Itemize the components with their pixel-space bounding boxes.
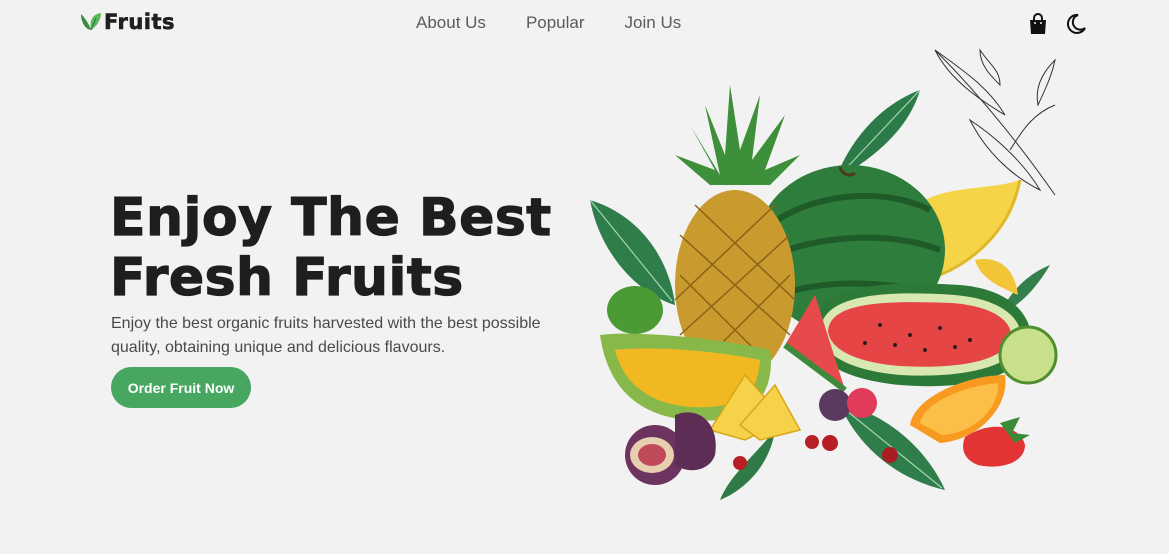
hero-title-line2: Fresh Fruits: [109, 247, 464, 308]
page: Fruits About Us Popular Join Us Enjoy Th…: [0, 0, 1169, 554]
lime-slice: [998, 325, 1058, 385]
watermelon-half: [811, 283, 1031, 387]
logo-text: Fruits: [104, 10, 176, 35]
line-art-leaves: [934, 48, 1056, 196]
header-actions: [1026, 12, 1088, 36]
hero-title: Enjoy The Best Fresh Fruits: [109, 187, 570, 308]
hero-description: Enjoy the best organic fruits harvested …: [111, 315, 541, 356]
leaf-logo-icon: [81, 13, 101, 31]
lime: [607, 286, 663, 334]
header: Fruits About Us Popular Join Us: [0, 0, 1169, 48]
shopping-bag-icon[interactable]: [1026, 12, 1050, 36]
logo-link[interactable]: Fruits: [79, 10, 175, 34]
pineapple: [674, 85, 800, 380]
figs: [625, 412, 716, 485]
nav-link-about-us[interactable]: About Us: [416, 13, 486, 33]
moon-icon[interactable]: [1064, 12, 1088, 36]
order-fruit-button[interactable]: Order Fruit Now: [111, 367, 251, 408]
main-nav: About Us Popular Join Us: [416, 13, 721, 33]
fruit-illustration: [589, 48, 1058, 500]
hero-title-line1: Enjoy The Best: [109, 187, 552, 248]
nav-link-join-us[interactable]: Join Us: [625, 13, 682, 33]
leaf-bottom-left: [720, 430, 775, 500]
nav-link-popular[interactable]: Popular: [526, 13, 585, 33]
